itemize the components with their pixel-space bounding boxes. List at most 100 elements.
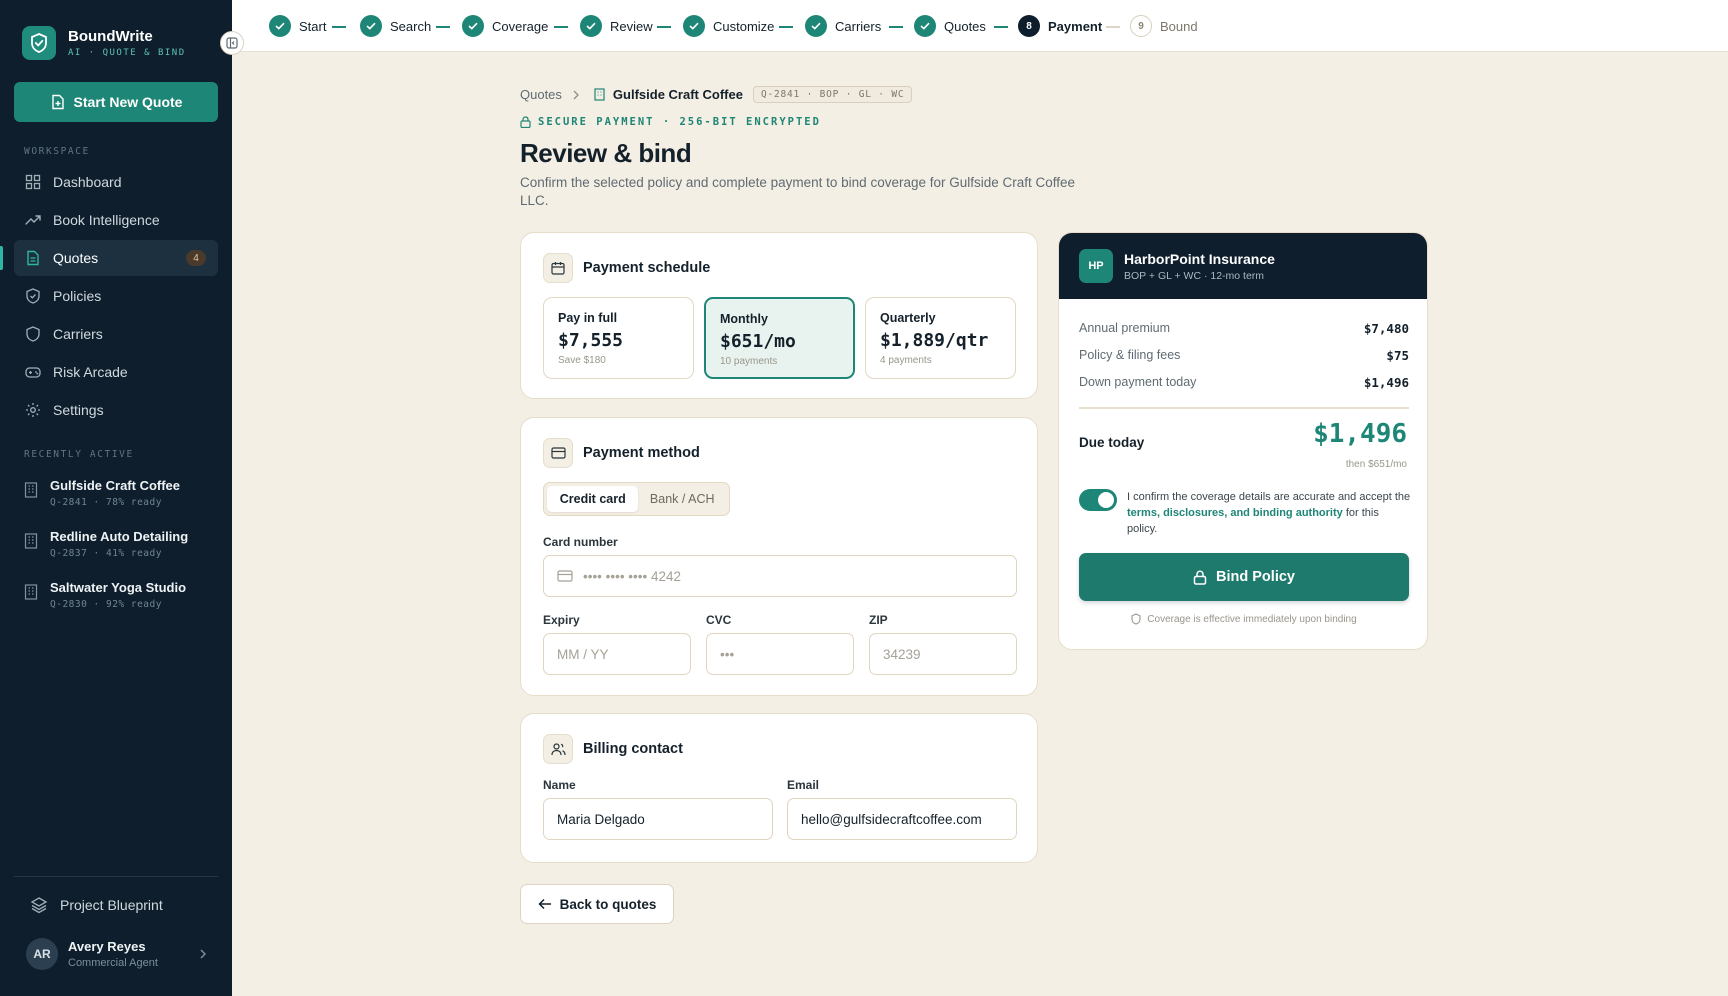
chevron-right-icon	[200, 949, 206, 959]
step-label: Carriers	[835, 18, 882, 34]
document-icon	[27, 250, 39, 266]
recently-active-label: RECENTLY ACTIVE	[24, 449, 134, 460]
sidebar-item-carriers[interactable]: Carriers	[14, 316, 218, 352]
recent-item-name: Redline Auto Detailing	[50, 529, 189, 544]
sidebar-item-dashboard[interactable]: Dashboard	[14, 164, 218, 200]
plan-price: $7,555	[558, 330, 624, 351]
user-name: Avery Reyes	[68, 939, 146, 954]
building-icon	[24, 482, 38, 498]
sidebar-item-label: Policies	[53, 288, 102, 304]
step-quotes[interactable]: Quotes	[914, 15, 986, 37]
order-summary-card: HP HarborPoint Insurance BOP + GL + WC ·…	[1058, 232, 1428, 650]
back-to-quotes-button[interactable]: Back to quotes	[520, 884, 674, 924]
workspace-section-label: WORKSPACE	[24, 146, 90, 157]
plan-pay-in-full[interactable]: Pay in full $7,555 Save $180	[543, 297, 694, 379]
check-icon	[580, 15, 602, 37]
carrier-logo: HP	[1079, 249, 1113, 283]
project-blueprint-link[interactable]: Project Blueprint	[30, 896, 163, 914]
breadcrumb-root[interactable]: Quotes	[520, 87, 562, 102]
sidebar-item-quotes[interactable]: Quotes 4	[14, 240, 218, 276]
step-connector	[994, 26, 1008, 28]
carrier-name: HarborPoint Insurance	[1124, 250, 1275, 267]
brand-tagline: AI · QUOTE & BIND	[68, 48, 186, 58]
zip-placeholder: 34239	[883, 646, 921, 662]
line-item-label: Down payment today	[1079, 375, 1197, 389]
expiry-input[interactable]: MM / YY	[543, 633, 691, 675]
coverage-effective-text: Coverage is effective immediately upon b…	[1147, 613, 1357, 625]
secure-payment-label: SECURE PAYMENT · 256-BIT ENCRYPTED	[520, 116, 821, 128]
billing-contact-title: Billing contact	[583, 741, 683, 757]
sidebar-item-label: Dashboard	[53, 174, 122, 190]
step-label: Start	[299, 18, 327, 34]
name-input[interactable]: Maria Delgado	[543, 798, 773, 840]
plan-note: 10 payments	[720, 356, 778, 367]
check-icon	[914, 15, 936, 37]
secure-payment-text: SECURE PAYMENT · 256-BIT ENCRYPTED	[538, 116, 821, 128]
building-icon	[594, 88, 605, 101]
name-value: Maria Delgado	[557, 811, 645, 827]
project-blueprint-label: Project Blueprint	[60, 897, 163, 913]
users-icon	[543, 734, 573, 764]
zip-input[interactable]: 34239	[869, 633, 1017, 675]
expiry-placeholder: MM / YY	[557, 646, 609, 662]
sidebar-item-label: Carriers	[53, 326, 103, 342]
active-nav-marker	[0, 246, 3, 270]
credit-card-icon	[543, 438, 573, 468]
consent-toggle[interactable]	[1079, 489, 1117, 511]
tab-credit-card[interactable]: Credit card	[547, 486, 639, 512]
bind-policy-label: Bind Policy	[1216, 569, 1295, 585]
progress-stepper: Start Search Coverage Review Customize C…	[232, 0, 1728, 52]
recent-item-meta: Q-2830 · 92% ready	[50, 599, 162, 610]
tab-bank-ach[interactable]: Bank / ACH	[638, 486, 726, 512]
avatar: AR	[26, 938, 58, 970]
step-label: Bound	[1160, 18, 1198, 34]
user-profile[interactable]: AR Avery Reyes Commercial Agent	[26, 938, 208, 970]
recent-item-saltwater[interactable]: Saltwater Yoga Studio Q-2830 · 92% ready	[24, 580, 186, 610]
zip-label: ZIP	[869, 613, 888, 627]
step-connector	[1106, 26, 1120, 28]
cvc-label: CVC	[706, 613, 732, 627]
breadcrumb-current: Gulfside Craft Coffee	[612, 87, 743, 102]
start-new-quote-button[interactable]: Start New Quote	[14, 82, 218, 122]
gamepad-icon	[25, 367, 41, 378]
plan-monthly[interactable]: Monthly $651/mo 10 payments	[704, 297, 855, 379]
payment-schedule-card: Payment schedule Pay in full $7,555 Save…	[520, 232, 1038, 399]
name-label: Name	[543, 778, 576, 792]
carrier-meta: BOP + GL + WC · 12-mo term	[1124, 269, 1265, 282]
line-item-value: $7,480	[1363, 321, 1409, 336]
step-payment[interactable]: 8 Payment	[1018, 15, 1102, 37]
step-start[interactable]: Start	[269, 15, 326, 37]
sidebar-item-label: Book Intelligence	[53, 212, 160, 228]
brand[interactable]: BoundWrite AI · QUOTE & BIND	[22, 26, 186, 60]
step-customize[interactable]: Customize	[683, 15, 774, 37]
step-review[interactable]: Review	[580, 15, 653, 37]
email-input[interactable]: hello@gulfsidecraftcoffee.com	[787, 798, 1017, 840]
recent-item-gulfside[interactable]: Gulfside Craft Coffee Q-2841 · 78% ready	[24, 478, 180, 508]
card-number-input[interactable]: •••• •••• •••• 4242	[543, 555, 1017, 597]
check-icon	[462, 15, 484, 37]
plan-quarterly[interactable]: Quarterly $1,889/qtr 4 payments	[865, 297, 1016, 379]
cvc-input[interactable]: •••	[706, 633, 854, 675]
consent-text-start: I confirm the coverage details are accur…	[1127, 491, 1411, 503]
plan-price: $651/mo	[720, 331, 796, 352]
recent-item-redline[interactable]: Redline Auto Detailing Q-2837 · 41% read…	[24, 529, 188, 559]
step-search[interactable]: Search	[360, 15, 431, 37]
quote-id-tag: Q-2841 · BOP · GL · WC	[752, 86, 913, 103]
lock-icon	[1193, 570, 1207, 585]
sidebar-item-label: Settings	[53, 402, 104, 418]
sidebar-divider	[14, 876, 218, 877]
plan-name: Pay in full	[558, 311, 618, 325]
line-item-value: $1,496	[1363, 375, 1409, 390]
sidebar-item-book-intelligence[interactable]: Book Intelligence	[14, 202, 218, 238]
step-carriers[interactable]: Carriers	[805, 15, 881, 37]
sidebar-item-risk-arcade[interactable]: Risk Arcade	[14, 354, 218, 390]
step-number: 8	[1018, 15, 1040, 37]
step-coverage[interactable]: Coverage	[462, 15, 548, 37]
sidebar-item-policies[interactable]: Policies	[14, 278, 218, 314]
bind-policy-button[interactable]: Bind Policy	[1079, 553, 1409, 601]
card-number-label: Card number	[543, 535, 618, 549]
sidebar-item-settings[interactable]: Settings	[14, 392, 218, 428]
terms-link[interactable]: terms, disclosures, and binding authorit…	[1127, 507, 1343, 519]
collapse-sidebar-button[interactable]	[220, 31, 244, 55]
check-icon	[269, 15, 291, 37]
